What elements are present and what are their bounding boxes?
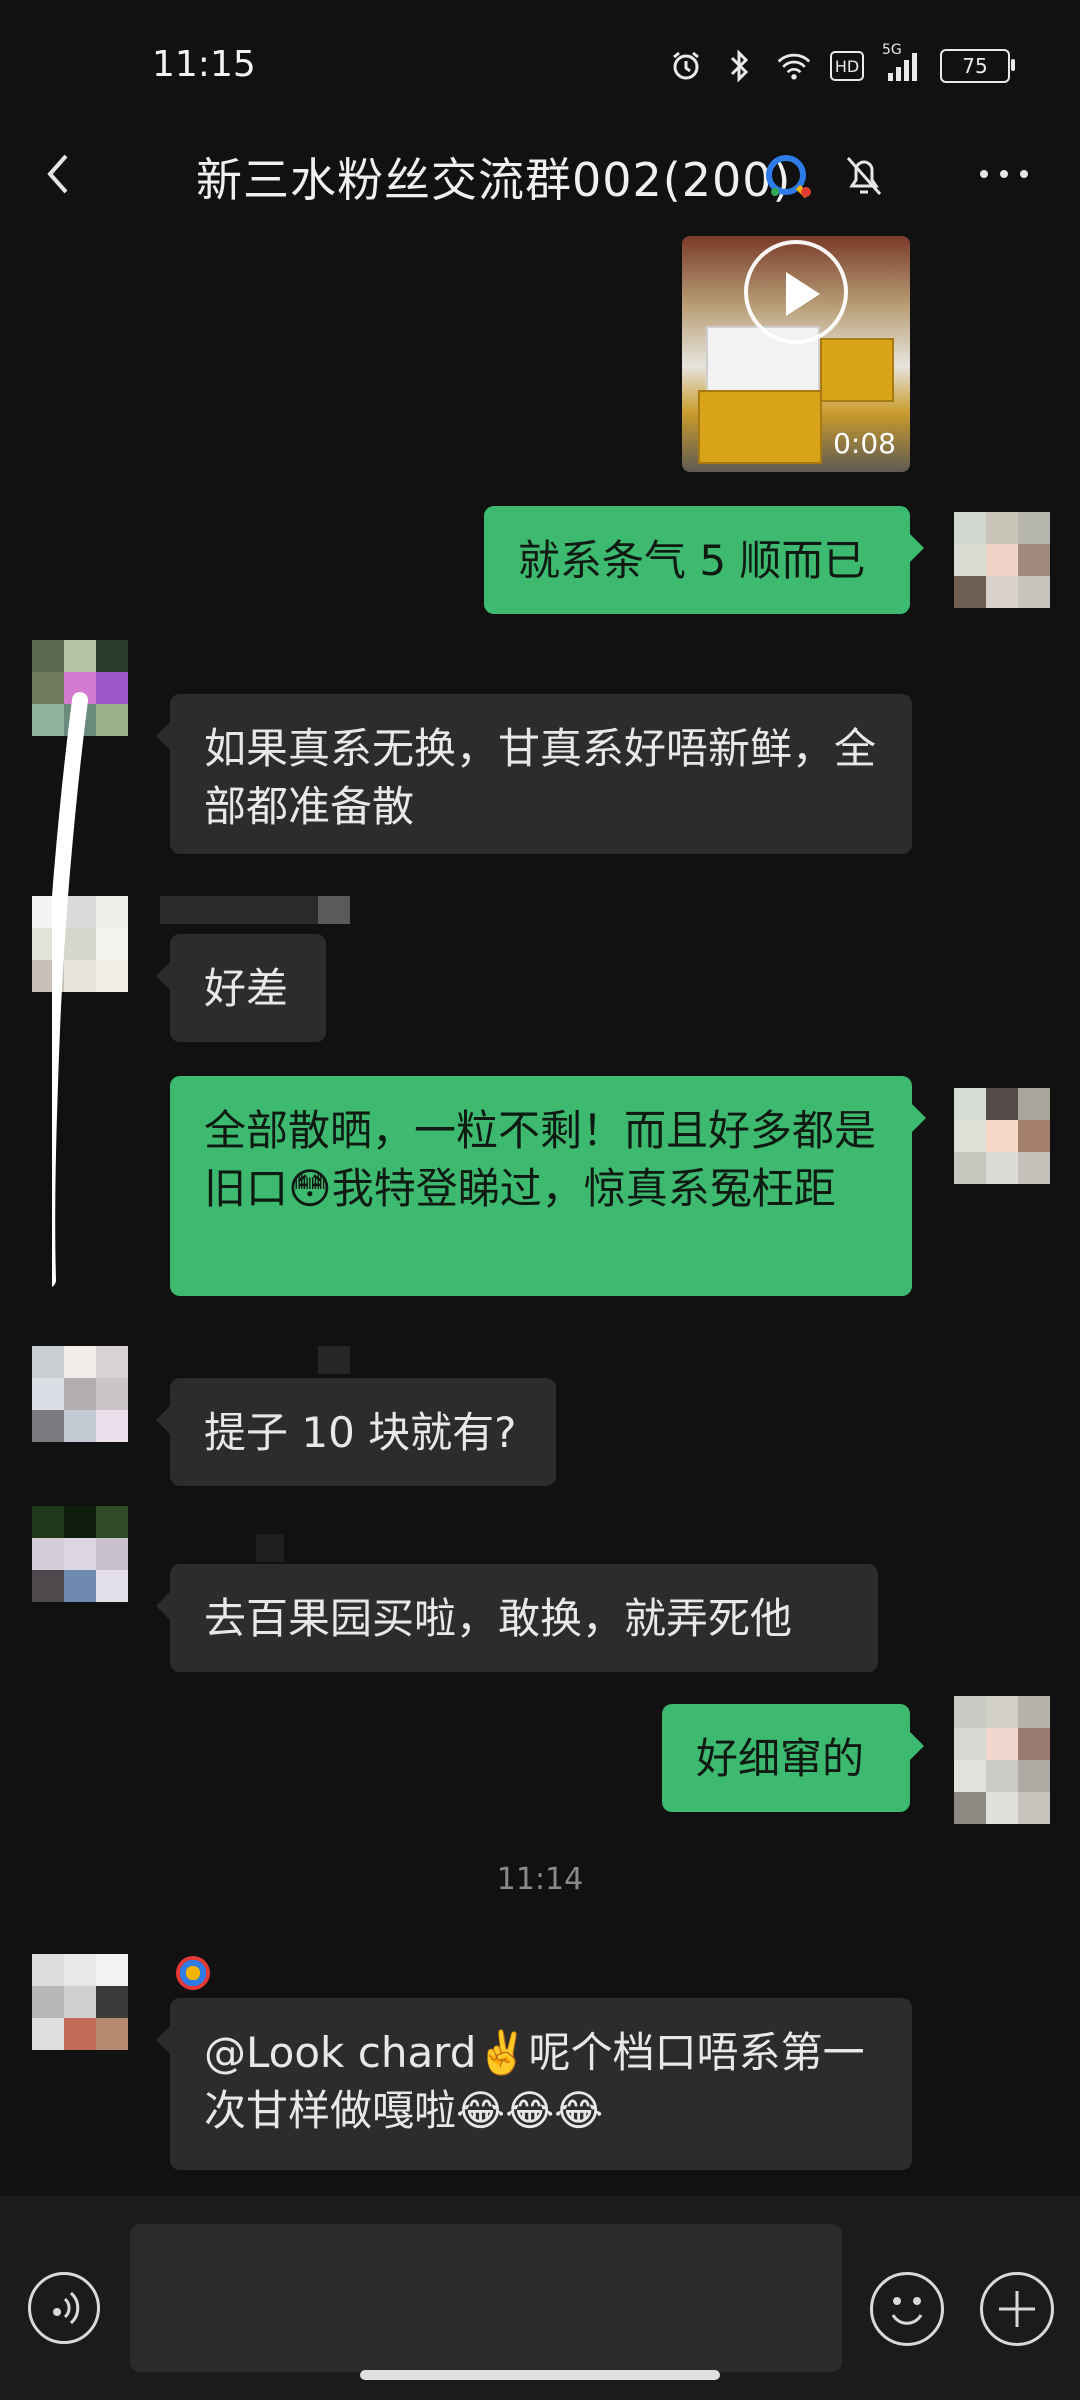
status-bar: 11:15 HD 5G 75 (0, 0, 1080, 130)
chat-title: 新三水粉丝交流群002(200) (196, 153, 792, 207)
message-text: 就系条气 5 顺而已 (518, 536, 866, 585)
sender-lollipop-icon (176, 1956, 210, 1990)
message-text: 好细窜的 (696, 1734, 865, 1783)
chat-header: 新三水粉丝交流群002(200) (0, 130, 1080, 220)
more-options-icon[interactable] (976, 156, 1034, 196)
back-button[interactable] (34, 146, 90, 202)
voice-icon (53, 2291, 80, 2325)
video-duration: 0:08 (833, 427, 896, 460)
voice-input-button[interactable] (28, 2272, 100, 2344)
signal-icon: 5G (882, 42, 922, 84)
video-thumb-crate-2 (820, 338, 894, 402)
avatar-self[interactable] (954, 512, 1050, 608)
more-actions-button[interactable] (980, 2272, 1054, 2346)
avatar-self[interactable] (954, 1696, 1050, 1824)
message-bubble-outgoing[interactable]: 好细窜的 (662, 1704, 924, 1812)
message-text: @Look chard✌️呢个档口唔系第一次甘样做嘎啦😂😂😂 (204, 2028, 865, 2135)
message-bubble-incoming[interactable]: 提子 10 块就有? (156, 1378, 556, 1486)
ai-search-icon[interactable] (762, 152, 820, 202)
avatar-member[interactable] (32, 1506, 128, 1602)
network-label: 5G (882, 42, 902, 58)
message-text: 如果真系无换，甘真系好唔新鲜，全部都准备散 (204, 724, 877, 831)
hd-icon: HD (830, 51, 864, 81)
alarm-icon (668, 48, 704, 84)
message-bubble-outgoing[interactable]: 全部散晒，一粒不剩！而且好多都是旧口😳我特登睇过，惊真系冤枉距 (170, 1076, 926, 1296)
emoji-button[interactable] (870, 2272, 944, 2346)
mute-bell-icon (842, 152, 886, 200)
message-bubble-incoming[interactable]: 去百果园买啦，敢换，就弄死他 (156, 1564, 878, 1672)
play-icon[interactable] (744, 240, 848, 344)
plus-icon (999, 2291, 1035, 2327)
message-text: 去百果园买啦，敢换，就弄死他 (204, 1594, 793, 1643)
message-text: 提子 10 块就有? (204, 1408, 517, 1457)
message-bubble-incoming[interactable]: 好差 (156, 934, 326, 1042)
avatar-member[interactable] (32, 1346, 128, 1442)
wifi-icon (776, 48, 812, 84)
input-bar (0, 2196, 1080, 2400)
sender-name-redacted (318, 1346, 350, 1374)
message-bubble-incoming[interactable]: @Look chard✌️呢个档口唔系第一次甘样做嘎啦😂😂😂 (156, 1998, 912, 2170)
battery-indicator: 75 (940, 49, 1015, 83)
avatar-self[interactable] (954, 1088, 1050, 1184)
sender-name-redacted (318, 896, 350, 924)
video-message[interactable]: 0:08 (682, 236, 910, 472)
bluetooth-icon (722, 48, 758, 84)
status-icons: HD 5G 75 (668, 42, 1015, 84)
status-time: 11:15 (152, 44, 256, 85)
sender-name-redacted (256, 1534, 284, 1562)
home-indicator[interactable] (360, 2370, 720, 2380)
video-thumb-crate (698, 390, 822, 464)
smile-icon (891, 2297, 923, 2325)
message-bubble-incoming[interactable]: 如果真系无换，甘真系好唔新鲜，全部都准备散 (156, 694, 912, 854)
scribble-mark (52, 692, 88, 1287)
message-bubble-outgoing[interactable]: 就系条气 5 顺而已 (484, 506, 924, 614)
message-text: 好差 (204, 964, 289, 1013)
chevron-left-icon (47, 154, 68, 194)
time-separator: 11:14 (496, 1862, 584, 1897)
message-text: 全部散晒，一粒不剩！而且好多都是旧口😳我特登睇过，惊真系冤枉距 (204, 1106, 877, 1213)
avatar-member[interactable] (32, 1954, 128, 2050)
message-input[interactable] (130, 2224, 842, 2372)
